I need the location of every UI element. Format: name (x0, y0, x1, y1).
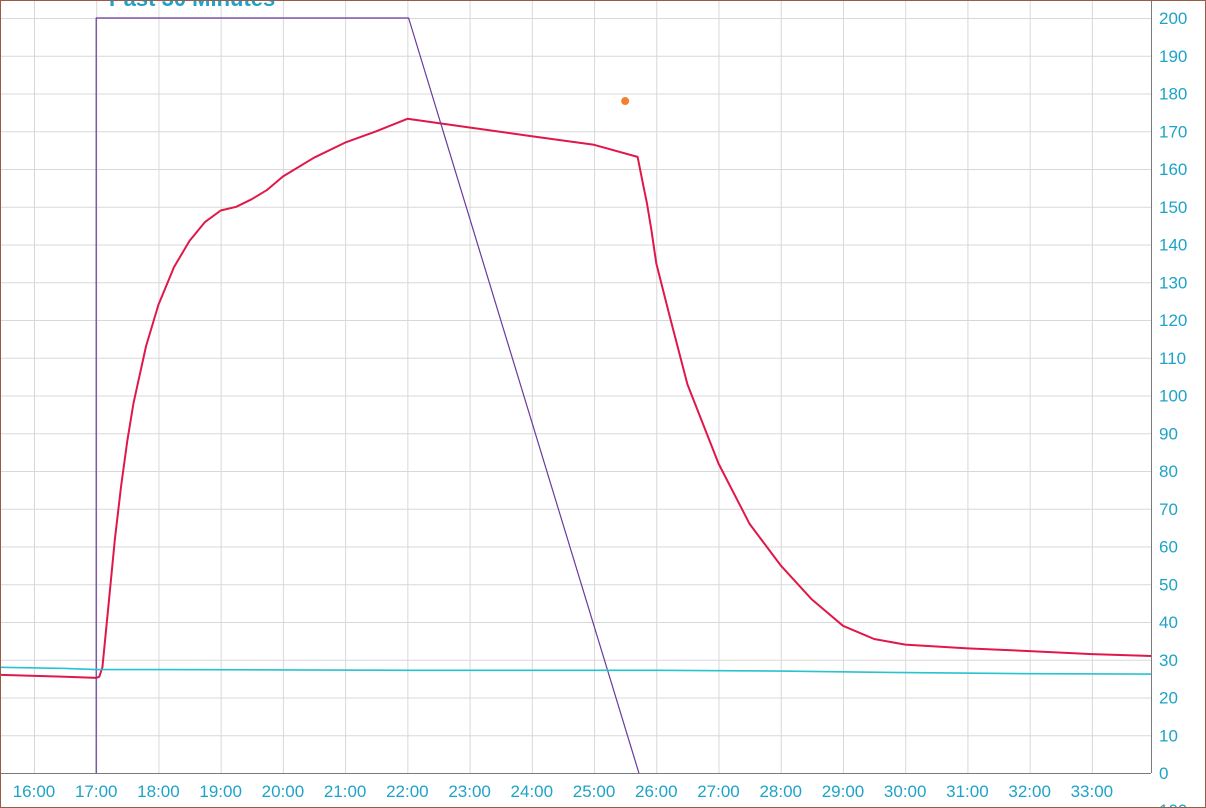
x-tick-label: 21:00 (324, 782, 367, 801)
ambient-line (1, 666, 1152, 675)
y-tick-label: 70 (1159, 500, 1178, 519)
y-tick-label: 170 (1159, 122, 1187, 141)
y-tick-label: 120 (1159, 311, 1187, 330)
x-tick-label: 22:00 (386, 782, 429, 801)
y-tick-label: 30 (1159, 651, 1178, 670)
x-tick-label: 26:00 (635, 782, 678, 801)
y-tick-label: 20 (1159, 689, 1178, 708)
x-tick-label: 25:00 (573, 782, 616, 801)
x-tick-label: 30:00 (884, 782, 927, 801)
x-tick-label: 29:00 (822, 782, 865, 801)
grid (1, 1, 1151, 773)
y-tick-label: 200 (1159, 9, 1187, 28)
x-tick-label: 16:00 (13, 782, 56, 801)
x-tick-label: 27:00 (697, 782, 740, 801)
y-tick-label: 160 (1159, 160, 1187, 179)
x-tick-label: 17:00 (75, 782, 118, 801)
y-tick-label: 0 (1159, 764, 1168, 783)
y-tick-label: 150 (1159, 198, 1187, 217)
y-tick-label: 140 (1159, 236, 1187, 255)
y-tick-label: 100 (1159, 387, 1187, 406)
x-tick-label: 20:00 (262, 782, 305, 801)
y-tick-labels: 0 10 20 30 40 50 60 70 80 90 100 110 120 130 140 150 160… (1159, 9, 1187, 808)
y-tick-label: 180 (1159, 85, 1187, 104)
y-tick-label: 90 (1159, 424, 1178, 443)
chart-title: Past 30 Minutes (109, 1, 275, 11)
y-tick-label-partial: 100 (1159, 801, 1187, 808)
x-tick-label: 32:00 (1008, 782, 1051, 801)
y-tick-label: 60 (1159, 538, 1178, 557)
x-tick-label: 33:00 (1071, 782, 1114, 801)
x-tick-label: 19:00 (199, 782, 242, 801)
x-tick-label: 31:00 (946, 782, 989, 801)
y-tick-label: 110 (1159, 349, 1186, 368)
chart-frame: 16:00 17:00 18:00 19:00 20:00 21:00 22:00 23:00… (0, 0, 1206, 808)
y-tick-label: 130 (1159, 273, 1187, 292)
x-tick-labels: 16:00 17:00 18:00 19:00 20:00 21:00 22:00 23:00… (13, 782, 1113, 801)
y-tick-label: 10 (1159, 726, 1178, 745)
y-tick-label: 80 (1159, 462, 1178, 481)
line-chart: 16:00 17:00 18:00 19:00 20:00 21:00 22:00 23:00… (1, 1, 1187, 808)
x-tick-label: 24:00 (511, 782, 554, 801)
axes (1, 1, 1152, 774)
x-tick-label: 23:00 (448, 782, 491, 801)
y-tick-label: 50 (1159, 575, 1178, 594)
temperature-line (1, 117, 1152, 679)
y-tick-label: 40 (1159, 613, 1178, 632)
marker-point (621, 97, 630, 106)
x-tick-label: 28:00 (759, 782, 802, 801)
x-tick-label: 18:00 (137, 782, 180, 801)
y-tick-label: 190 (1159, 47, 1187, 66)
